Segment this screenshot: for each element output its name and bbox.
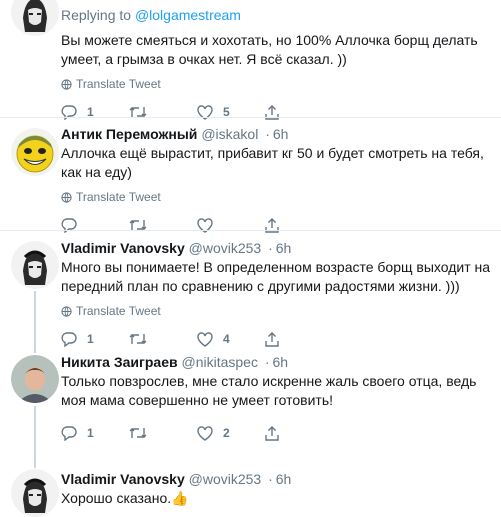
tweet-header: Никита Заиграев @nikitaspec · 6h: [61, 354, 289, 370]
thumbs-up-icon: 👍: [171, 490, 189, 506]
translate-tweet-link[interactable]: Translate Tweet: [61, 189, 491, 205]
avatar[interactable]: [11, 469, 59, 517]
tweet-1[interactable]: Replying to @lolgamestream Вы можете сме…: [0, 0, 501, 120]
reply-button[interactable]: 1: [61, 425, 129, 441]
user-handle[interactable]: @iskakol: [201, 126, 258, 142]
user-name[interactable]: Антик Переможный: [61, 126, 197, 142]
tweet-time[interactable]: 6h: [276, 471, 292, 487]
tweet-time[interactable]: 6h: [276, 240, 292, 256]
user-name[interactable]: Vladimir Vanovsky: [61, 240, 185, 256]
thread-line: [34, 460, 36, 468]
tweet-2[interactable]: Антик Переможный @iskakol · 6h Аллочка ещ…: [0, 118, 501, 233]
user-handle[interactable]: @wovik253: [189, 471, 262, 487]
replying-to: Replying to @lolgamestream: [61, 6, 491, 24]
tweet-header: Антик Переможный @iskakol · 6h: [61, 126, 289, 142]
user-name[interactable]: Vladimir Vanovsky: [61, 471, 185, 487]
avatar[interactable]: [11, 241, 59, 289]
translate-label: Translate Tweet: [76, 77, 161, 91]
avatar[interactable]: [11, 128, 59, 176]
avatar[interactable]: [11, 355, 59, 403]
tweet-5[interactable]: Vladimir Vanovsky @wovik253 · 6h Хорошо с…: [0, 460, 501, 517]
retweet-button[interactable]: [129, 426, 197, 440]
translate-label: Translate Tweet: [76, 190, 161, 204]
thread-line: [34, 291, 36, 344]
like-count: 2: [223, 426, 230, 440]
thread-line: [34, 406, 36, 460]
tweet-time[interactable]: 6h: [273, 354, 289, 370]
tweet-header: Vladimir Vanovsky @wovik253 · 6h: [61, 471, 292, 487]
reply-count: 1: [87, 426, 94, 440]
like-icon: [197, 425, 213, 441]
thread-line: [34, 344, 36, 353]
translate-tweet-link[interactable]: Translate Tweet: [61, 76, 491, 92]
tweet-time[interactable]: 6h: [273, 126, 289, 142]
tweet-header: Vladimir Vanovsky @wovik253 · 6h: [61, 240, 292, 256]
user-handle[interactable]: @nikitaspec: [181, 354, 257, 370]
replying-label: Replying to: [61, 7, 132, 23]
user-handle[interactable]: @wovik253: [189, 240, 262, 256]
share-icon: [265, 425, 279, 441]
like-button[interactable]: 2: [197, 425, 265, 441]
tweet-text: Вы можете смеяться и хохотать, но 100% А…: [61, 32, 478, 67]
user-name[interactable]: Никита Заиграев: [61, 354, 178, 370]
retweet-icon: [129, 428, 147, 438]
globe-icon: [61, 191, 72, 203]
tweet-text: Только повзрослев, мне стало искренне жа…: [61, 373, 477, 408]
avatar[interactable]: [11, 0, 59, 36]
translate-tweet-link[interactable]: Translate Tweet: [61, 303, 491, 319]
tweet-text-body: Хорошо сказано.: [61, 490, 172, 506]
reply-icon: [61, 425, 77, 441]
tweet-3[interactable]: Vladimir Vanovsky @wovik253 · 6h Много вы…: [0, 231, 501, 347]
share-button[interactable]: [265, 425, 333, 441]
translate-label: Translate Tweet: [76, 304, 161, 318]
tweet-text: Аллочка ещё вырастит, прибавит кг 50 и б…: [61, 145, 484, 180]
tweet-text: Хорошо сказано.👍: [61, 489, 491, 508]
tweet-actions: 1 2: [61, 424, 491, 442]
globe-icon: [61, 305, 72, 317]
globe-icon: [61, 78, 72, 90]
replying-handle-link[interactable]: @lolgamestream: [135, 7, 241, 23]
tweet-text: Много вы понимаете! В определенном возра…: [61, 259, 491, 294]
tweet-4[interactable]: Никита Заиграев @nikitaspec · 6h Только п…: [0, 344, 501, 460]
